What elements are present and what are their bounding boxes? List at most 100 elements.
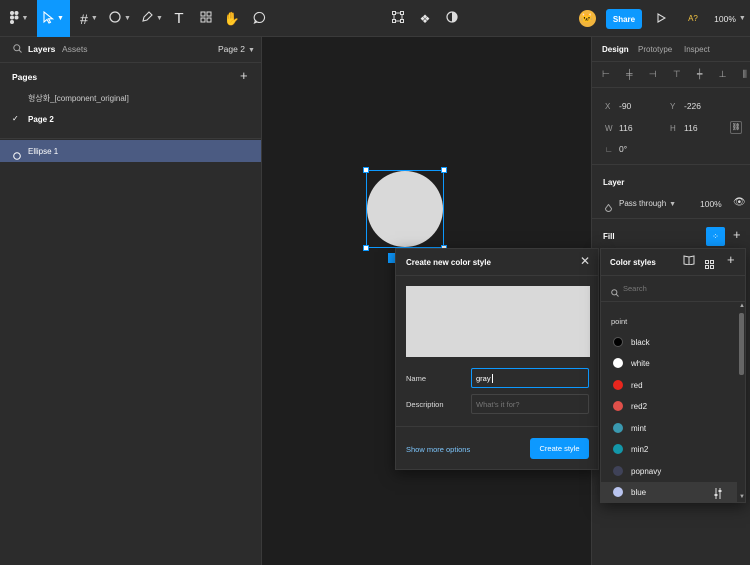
tab-layers[interactable]: Layers xyxy=(28,44,55,54)
distribute-icon[interactable]: ⫼ xyxy=(743,69,747,80)
resize-handle[interactable] xyxy=(363,245,369,251)
color-style-item[interactable]: min2 xyxy=(601,439,737,460)
chevron-down-icon: ▼ xyxy=(124,15,131,22)
move-tool-button[interactable]: ▼ xyxy=(37,0,70,37)
layer-heading: Layer xyxy=(603,178,625,187)
edit-style-icon[interactable] xyxy=(713,486,722,504)
search-input[interactable]: Search xyxy=(623,284,647,293)
description-placeholder: What's it for? xyxy=(476,400,520,409)
scroll-down-icon[interactable]: ▼ xyxy=(739,494,745,500)
library-icon[interactable] xyxy=(683,255,695,268)
color-style-item[interactable]: red xyxy=(601,375,737,396)
search-icon[interactable] xyxy=(13,44,22,55)
align-top-icon[interactable]: ⊤ xyxy=(673,69,681,80)
tab-inspect[interactable]: Inspect xyxy=(684,45,710,54)
user-avatar-icon: 🐱 xyxy=(578,10,596,27)
name-input[interactable]: gray xyxy=(471,368,589,388)
scroll-up-icon[interactable]: ▲ xyxy=(739,303,745,309)
close-icon[interactable]: ✕ xyxy=(580,254,590,268)
chevron-down-icon: ▼ xyxy=(21,15,29,22)
mask-button[interactable] xyxy=(442,0,462,37)
add-fill-button[interactable]: + xyxy=(733,227,741,242)
constrain-proportions-icon[interactable]: ⛓ xyxy=(730,121,742,134)
x-field[interactable]: -90 xyxy=(619,101,631,111)
present-button[interactable] xyxy=(652,0,670,37)
resize-handle[interactable] xyxy=(441,167,447,173)
opacity-field[interactable]: 100% xyxy=(700,199,722,209)
chevron-down-icon: ▼ xyxy=(90,15,98,22)
page-selector[interactable]: Page 2 ▼ xyxy=(218,44,255,54)
avatar[interactable]: 🐱 xyxy=(577,0,597,37)
resize-handle[interactable] xyxy=(363,167,369,173)
align-left-icon[interactable]: ⊢ xyxy=(602,69,610,80)
color-style-item[interactable]: white xyxy=(601,353,737,374)
align-middle-icon[interactable]: ┿ xyxy=(697,69,702,80)
color-style-item[interactable]: black xyxy=(601,332,737,353)
add-style-button[interactable]: + xyxy=(727,252,735,267)
pen-tool-button[interactable]: ▼ xyxy=(138,0,166,37)
color-swatch xyxy=(613,380,623,390)
ellipse-shape[interactable] xyxy=(367,171,443,247)
align-bottom-icon[interactable]: ⊥ xyxy=(719,69,727,80)
components-icon xyxy=(200,11,212,26)
y-field[interactable]: -226 xyxy=(684,101,701,111)
style-picker-button[interactable]: ⁘ xyxy=(706,227,725,246)
grid-view-icon[interactable] xyxy=(705,256,714,274)
divider xyxy=(592,61,750,62)
frame-tool-button[interactable]: # ▼ xyxy=(74,0,104,37)
zoom-menu[interactable]: 100% ▼ xyxy=(712,0,748,37)
align-right-icon[interactable]: ⊣ xyxy=(649,69,657,80)
tab-prototype[interactable]: Prototype xyxy=(638,45,672,54)
chevron-down-icon: ▼ xyxy=(738,15,746,22)
comment-tool-button[interactable] xyxy=(248,0,270,37)
text-tool-button[interactable]: T xyxy=(168,0,190,37)
divider xyxy=(0,62,262,63)
ellipse-icon xyxy=(109,11,121,26)
show-more-options-link[interactable]: Show more options xyxy=(406,445,470,454)
create-color-style-dialog: Create new color style ✕ Name gray Descr… xyxy=(395,248,599,470)
shape-tool-button[interactable]: ▼ xyxy=(106,0,134,37)
scrollbar[interactable]: ▲ ▼ xyxy=(737,303,745,503)
tab-assets[interactable]: Assets xyxy=(62,44,88,54)
share-button[interactable]: Share xyxy=(606,9,642,29)
color-style-item[interactable]: blue xyxy=(601,482,737,503)
tab-design[interactable]: Design xyxy=(602,45,629,54)
comment-icon xyxy=(253,11,266,27)
color-style-name: red xyxy=(631,381,643,390)
color-style-item[interactable]: mint xyxy=(601,418,737,439)
rotation-field[interactable]: 0° xyxy=(619,144,627,154)
color-style-name: white xyxy=(631,359,650,368)
name-label: Name xyxy=(406,374,427,383)
color-swatch xyxy=(613,487,623,497)
layer-row-ellipse[interactable]: Ellipse 1 xyxy=(0,140,261,162)
component-icon: ❖ xyxy=(419,11,431,26)
fill-heading: Fill xyxy=(603,232,615,241)
search-icon xyxy=(611,284,619,302)
accessibility-check-button[interactable]: A? xyxy=(682,0,704,37)
crop-button[interactable] xyxy=(388,0,408,37)
color-style-name: mint xyxy=(631,424,647,433)
width-field[interactable]: 116 xyxy=(619,123,633,133)
color-style-item[interactable]: popnavy xyxy=(601,461,737,482)
align-center-icon[interactable]: ╪ xyxy=(626,69,632,79)
description-input[interactable]: What's it for? xyxy=(471,394,589,414)
page-item[interactable]: 형상화_[component_original] xyxy=(28,93,129,104)
pages-heading: Pages xyxy=(12,72,38,82)
component-button[interactable]: ❖ xyxy=(415,0,435,37)
hand-tool-button[interactable]: ✋ xyxy=(221,0,243,37)
frame-icon: # xyxy=(80,10,88,27)
resources-button[interactable] xyxy=(195,0,217,37)
y-label: Y xyxy=(670,102,676,111)
divider xyxy=(0,138,262,139)
description-label: Description xyxy=(406,400,444,409)
color-swatch xyxy=(613,444,623,454)
color-style-item[interactable]: red2 xyxy=(601,396,737,417)
blend-mode-select[interactable]: Pass through ▼ xyxy=(619,199,676,208)
height-field[interactable]: 116 xyxy=(684,123,698,133)
create-style-button[interactable]: Create style xyxy=(530,438,589,459)
eye-icon[interactable]: 👁 xyxy=(733,197,746,208)
add-page-button[interactable]: + xyxy=(240,68,248,83)
main-menu-button[interactable]: ▼ xyxy=(4,0,34,37)
scrollbar-thumb[interactable] xyxy=(739,313,744,375)
page-item[interactable]: Page 2 xyxy=(28,115,54,124)
